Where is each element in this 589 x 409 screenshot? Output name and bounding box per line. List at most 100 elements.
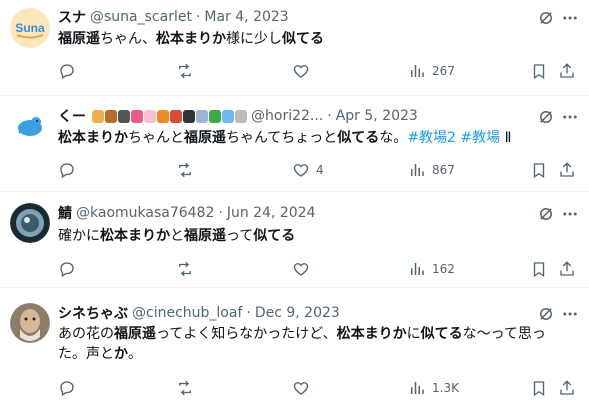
tweet-header: スナ @suna_scarlet · Mar 4, 2023 — [58, 7, 539, 27]
highlighted-term: 似てる — [253, 228, 296, 244]
like-button[interactable] — [292, 378, 316, 398]
grok-icon[interactable] — [537, 205, 555, 223]
timestamp[interactable]: Jun 24, 2024 — [227, 205, 316, 221]
views-button[interactable]: 1.3K — [408, 378, 459, 398]
views-button[interactable]: 867 — [408, 160, 455, 180]
display-name[interactable]: シネちゃぶ — [58, 303, 128, 323]
avatar[interactable] — [10, 203, 50, 243]
views-button[interactable]: 267 — [408, 61, 455, 81]
retweet-button[interactable] — [176, 378, 200, 398]
reply-button[interactable] — [58, 160, 82, 180]
share-button[interactable] — [558, 259, 576, 279]
handle[interactable]: @cinechub_loaf — [132, 305, 242, 321]
tweet-header: くー @hori22... · Apr 5, 2023 — [58, 106, 539, 126]
highlighted-term: 松本まりか — [100, 228, 170, 244]
retweet-icon — [179, 63, 191, 79]
bookmark-icon — [533, 381, 545, 397]
reply-button[interactable] — [58, 259, 82, 279]
bookmark-button[interactable] — [530, 259, 548, 279]
highlighted-term: 似てる — [420, 326, 463, 342]
handle[interactable]: @hori22... — [251, 108, 323, 124]
tweet-text-segment: ちゃんと — [128, 130, 184, 146]
grok-icon[interactable] — [537, 108, 555, 126]
tweet-text-segment: 確かに — [58, 228, 100, 244]
views-icon — [411, 382, 424, 394]
share-button[interactable] — [558, 378, 576, 398]
display-name[interactable]: くー — [58, 106, 86, 126]
hashtag-link[interactable]: #教場 — [460, 130, 500, 146]
views-icon — [411, 164, 424, 176]
search-results-feed: Suna スナ @suna_scarlet · Mar 4, 2023 福原遥ち… — [0, 0, 589, 409]
bookmark-icon — [533, 262, 545, 278]
reply-button[interactable] — [58, 378, 82, 398]
timestamp[interactable]: Dec 9, 2023 — [255, 305, 340, 321]
highlighted-term: 福原遥 — [58, 31, 100, 47]
retweet-button[interactable] — [176, 61, 200, 81]
reply-icon — [60, 163, 74, 178]
grok-icon[interactable] — [537, 9, 555, 27]
tweet-text: 確かに松本まりかと福原遥って似てる — [58, 226, 573, 246]
retweet-button[interactable] — [176, 160, 200, 180]
highlighted-term: 福原遥 — [184, 228, 226, 244]
highlighted-term: か — [114, 346, 128, 362]
handle[interactable]: @kaomukasa76482 — [76, 205, 214, 221]
tweet-text-segment: って — [226, 228, 254, 244]
share-button[interactable] — [558, 61, 576, 81]
like-button[interactable] — [292, 259, 316, 279]
highlighted-term: 松本まりか — [156, 31, 226, 47]
tweet-header: 鯖 @kaomukasa76482 · Jun 24, 2024 — [58, 203, 539, 223]
heart-icon — [293, 65, 309, 78]
tweet-text-segment: あの花の — [58, 326, 114, 342]
views-icon — [411, 65, 424, 77]
avatar[interactable] — [10, 303, 50, 343]
tweet[interactable]: シネちゃぶ @cinechub_loaf · Dec 9, 2023 あの花の福… — [0, 288, 589, 409]
tweet-actions: 162 — [58, 259, 575, 279]
more-icon[interactable] — [561, 305, 579, 323]
bookmark-icon — [533, 163, 545, 179]
bookmark-button[interactable] — [530, 160, 548, 180]
bookmark-button[interactable] — [530, 378, 548, 398]
tweet[interactable]: 鯖 @kaomukasa76482 · Jun 24, 2024 確かに松本まり… — [0, 192, 589, 288]
display-name[interactable]: 鯖 — [58, 203, 72, 223]
timestamp[interactable]: Apr 5, 2023 — [336, 108, 418, 124]
retweet-button[interactable] — [176, 259, 200, 279]
reply-icon — [60, 262, 74, 277]
timestamp[interactable]: Mar 4, 2023 — [204, 9, 288, 25]
highlighted-term: 似てる — [282, 31, 324, 47]
avatar[interactable]: Suna — [10, 8, 50, 48]
tweet-actions: 267 — [58, 61, 575, 81]
share-button[interactable] — [558, 160, 576, 180]
display-name[interactable]: スナ — [58, 7, 86, 27]
view-count: 867 — [432, 163, 455, 177]
heart-icon — [293, 382, 309, 395]
view-count: 267 — [432, 64, 455, 78]
tweet[interactable]: くー @hori22... · Apr 5, 2023 松本まりかちゃんと福原遥… — [0, 96, 589, 192]
tweet-actions: 1.3K — [58, 378, 575, 398]
like-button[interactable] — [292, 61, 316, 81]
avatar[interactable] — [10, 106, 50, 146]
view-count: 1.3K — [432, 381, 459, 395]
separator: · — [246, 305, 251, 321]
bookmark-button[interactable] — [530, 61, 548, 81]
tweet-text-segment: ってよく知らなかったけど、 — [156, 326, 337, 342]
tweet-text-segment: ちゃんてちょっと — [226, 130, 338, 146]
views-button[interactable]: 162 — [408, 259, 455, 279]
handle[interactable]: @suna_scarlet — [90, 9, 192, 25]
grok-icon[interactable] — [537, 305, 555, 323]
tweet-text-segment: 様に少し — [226, 31, 282, 47]
tweet[interactable]: Suna スナ @suna_scarlet · Mar 4, 2023 福原遥ち… — [0, 0, 589, 96]
more-icon[interactable] — [561, 205, 579, 223]
hashtag-link[interactable]: #教場2 — [407, 130, 456, 146]
more-icon[interactable] — [561, 108, 579, 126]
share-icon — [560, 261, 574, 276]
tweet-text-segment: Ⅱ — [500, 130, 512, 146]
more-icon[interactable] — [561, 9, 579, 27]
views-icon — [411, 263, 424, 275]
highlighted-term: 福原遥 — [114, 326, 156, 342]
view-count: 162 — [432, 262, 455, 276]
reply-button[interactable] — [58, 61, 82, 81]
tweet-actions: 4 867 — [58, 160, 575, 180]
tweet-header: シネちゃぶ @cinechub_loaf · Dec 9, 2023 — [58, 303, 539, 323]
avatar-logo-text: Suna — [15, 21, 45, 35]
like-button[interactable]: 4 — [292, 160, 324, 180]
